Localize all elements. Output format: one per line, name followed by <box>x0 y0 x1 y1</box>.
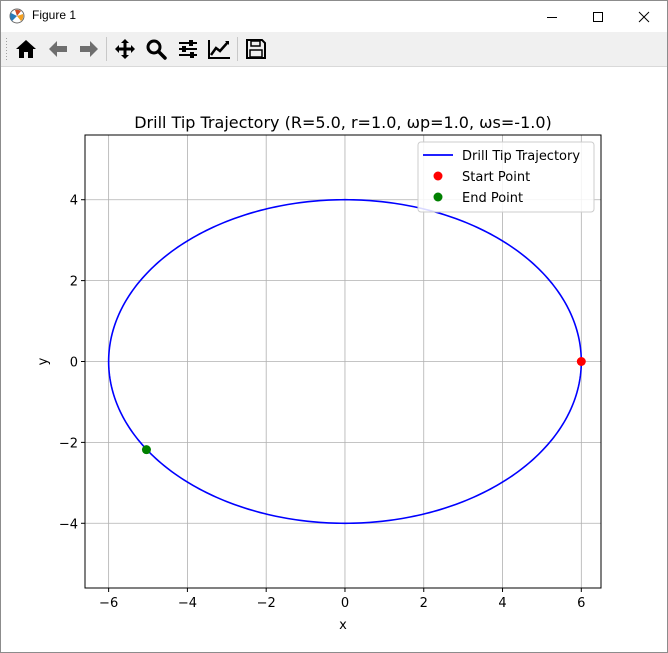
y-axis-label: y <box>36 357 51 365</box>
save-button[interactable] <box>244 37 268 61</box>
legend: Drill Tip Trajectory Start Point End Point <box>417 141 595 213</box>
x-axis-label: x <box>339 618 347 633</box>
start-point-marker <box>576 357 586 366</box>
close-icon <box>638 11 650 22</box>
pan-button[interactable] <box>113 37 137 61</box>
y-tick-label: 0 <box>70 356 78 371</box>
x-tick-label: −6 <box>99 596 118 611</box>
y-tick-label: −2 <box>59 436 78 451</box>
legend-marker-swatch <box>433 171 443 181</box>
forward-button[interactable] <box>77 37 101 61</box>
legend-marker-swatch <box>433 192 443 202</box>
close-button[interactable] <box>621 1 667 32</box>
x-tick-label: −2 <box>257 596 276 611</box>
home-button[interactable] <box>14 37 38 61</box>
edit-axis-button[interactable] <box>207 37 231 61</box>
trajectory-plot: Drill Tip Trajectory (R=5.0, r=1.0, ωp=1… <box>1 67 667 652</box>
floppy-disk-icon <box>246 39 266 59</box>
y-tick-label: −4 <box>59 517 78 532</box>
move-icon <box>115 39 135 59</box>
magnifier-icon <box>146 39 167 60</box>
minimize-button[interactable] <box>529 1 575 32</box>
maximize-icon <box>593 11 603 22</box>
legend-label: Drill Tip Trajectory <box>462 149 580 164</box>
chart-title: Drill Tip Trajectory (R=5.0, r=1.0, ωp=1… <box>134 113 552 132</box>
window-title: Figure 1 <box>32 8 77 22</box>
x-tick-label: 6 <box>577 596 585 611</box>
legend-label: Start Point <box>462 170 530 185</box>
y-tick-label: 2 <box>70 275 78 290</box>
navigation-toolbar <box>1 32 667 67</box>
toolbar-separator <box>106 37 107 61</box>
title-bar: Figure 1 <box>1 1 667 32</box>
zoom-button[interactable] <box>144 37 168 61</box>
figure-canvas[interactable]: Drill Tip Trajectory (R=5.0, r=1.0, ωp=1… <box>1 67 667 652</box>
line-chart-icon <box>208 40 230 59</box>
end-point-marker <box>141 445 151 455</box>
x-tick-label: 4 <box>498 596 506 611</box>
toolbar-grip <box>6 38 7 60</box>
x-tick-label: 0 <box>341 596 349 611</box>
arrow-right-icon <box>80 41 98 57</box>
y-tick-label: 4 <box>70 194 78 209</box>
home-icon <box>16 40 36 58</box>
figure-window: Figure 1 Drill Tip Trajectory (R=5.0, r=… <box>0 0 668 653</box>
subplots-button[interactable] <box>176 37 200 61</box>
x-tick-label: 2 <box>420 596 428 611</box>
maximize-button[interactable] <box>575 1 621 32</box>
legend-label: End Point <box>462 191 523 206</box>
minimize-icon <box>547 16 557 18</box>
arrow-left-icon <box>49 41 67 57</box>
sliders-icon <box>179 40 197 58</box>
x-tick-label: −4 <box>178 596 197 611</box>
matplotlib-icon <box>9 8 25 24</box>
back-button[interactable] <box>46 37 70 61</box>
toolbar-separator <box>237 37 238 61</box>
